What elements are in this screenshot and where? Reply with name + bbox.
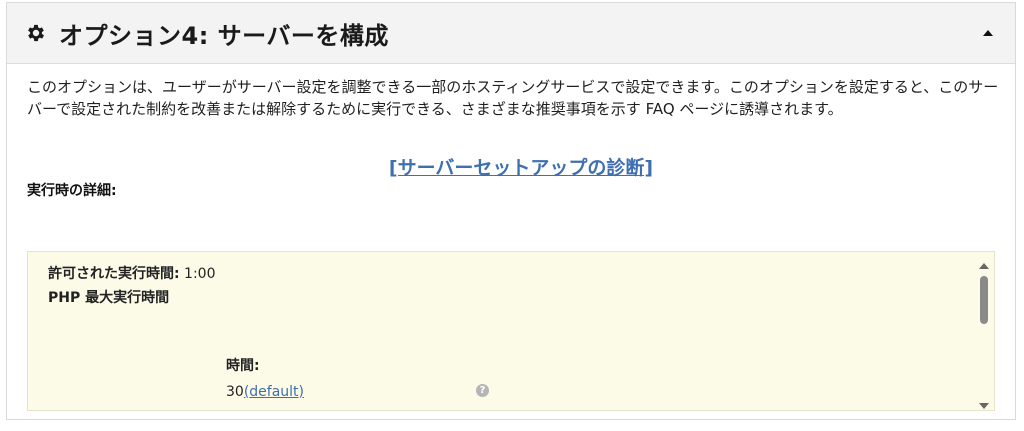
panel-header[interactable]: オプション4: サーバーを構成 xyxy=(7,3,1015,64)
server-diagnostics-link[interactable]: [サーバーセットアップの診断] xyxy=(389,157,653,179)
scrollbar-thumb[interactable] xyxy=(980,276,988,324)
allowed-time-row: 許可された実行時間: 1:00 xyxy=(48,264,994,288)
option-description: このオプションは、ユーザーがサーバー設定を調整できる一部のホスティングサービスで… xyxy=(27,78,999,118)
diagnostics-link-row: [サーバーセットアップの診断] xyxy=(27,153,1015,181)
runtime-details-box[interactable]: 許可された実行時間: 1:00 PHP 最大実行時間 時間: 30 (defau… xyxy=(27,251,995,411)
time-block: 時間: 30 (default) xyxy=(226,356,994,402)
panel-body: このオプションは、ユーザーがサーバー設定を調整できる一部のホスティングサービスで… xyxy=(7,64,1015,201)
panel-title: オプション4: サーバーを構成 xyxy=(59,21,389,50)
caret-up-icon[interactable] xyxy=(981,26,995,40)
time-value-row: 30 (default) xyxy=(226,382,994,402)
time-label: 時間: xyxy=(226,358,260,374)
allowed-time-value: 1:00 xyxy=(179,266,216,282)
scroll-down-arrow-icon[interactable] xyxy=(978,396,990,409)
help-icon[interactable]: ? xyxy=(476,384,489,397)
default-link[interactable]: (default) xyxy=(244,382,304,402)
server-config-panel: オプション4: サーバーを構成 このオプションは、ユーザーがサーバー設定を調整で… xyxy=(6,2,1016,420)
php-max-execution-label: PHP 最大実行時間 xyxy=(48,290,170,306)
gear-icon xyxy=(25,22,47,44)
time-value: 30 xyxy=(226,384,244,400)
allowed-time-label: 許可された実行時間: xyxy=(48,266,180,282)
runtime-details-content: 許可された実行時間: 1:00 PHP 最大実行時間 時間: 30 (defau… xyxy=(28,252,994,402)
details-scrollbar[interactable] xyxy=(978,256,990,409)
scroll-up-arrow-icon[interactable] xyxy=(978,256,990,269)
runtime-details-label: 実行時の詳細: xyxy=(27,183,117,199)
